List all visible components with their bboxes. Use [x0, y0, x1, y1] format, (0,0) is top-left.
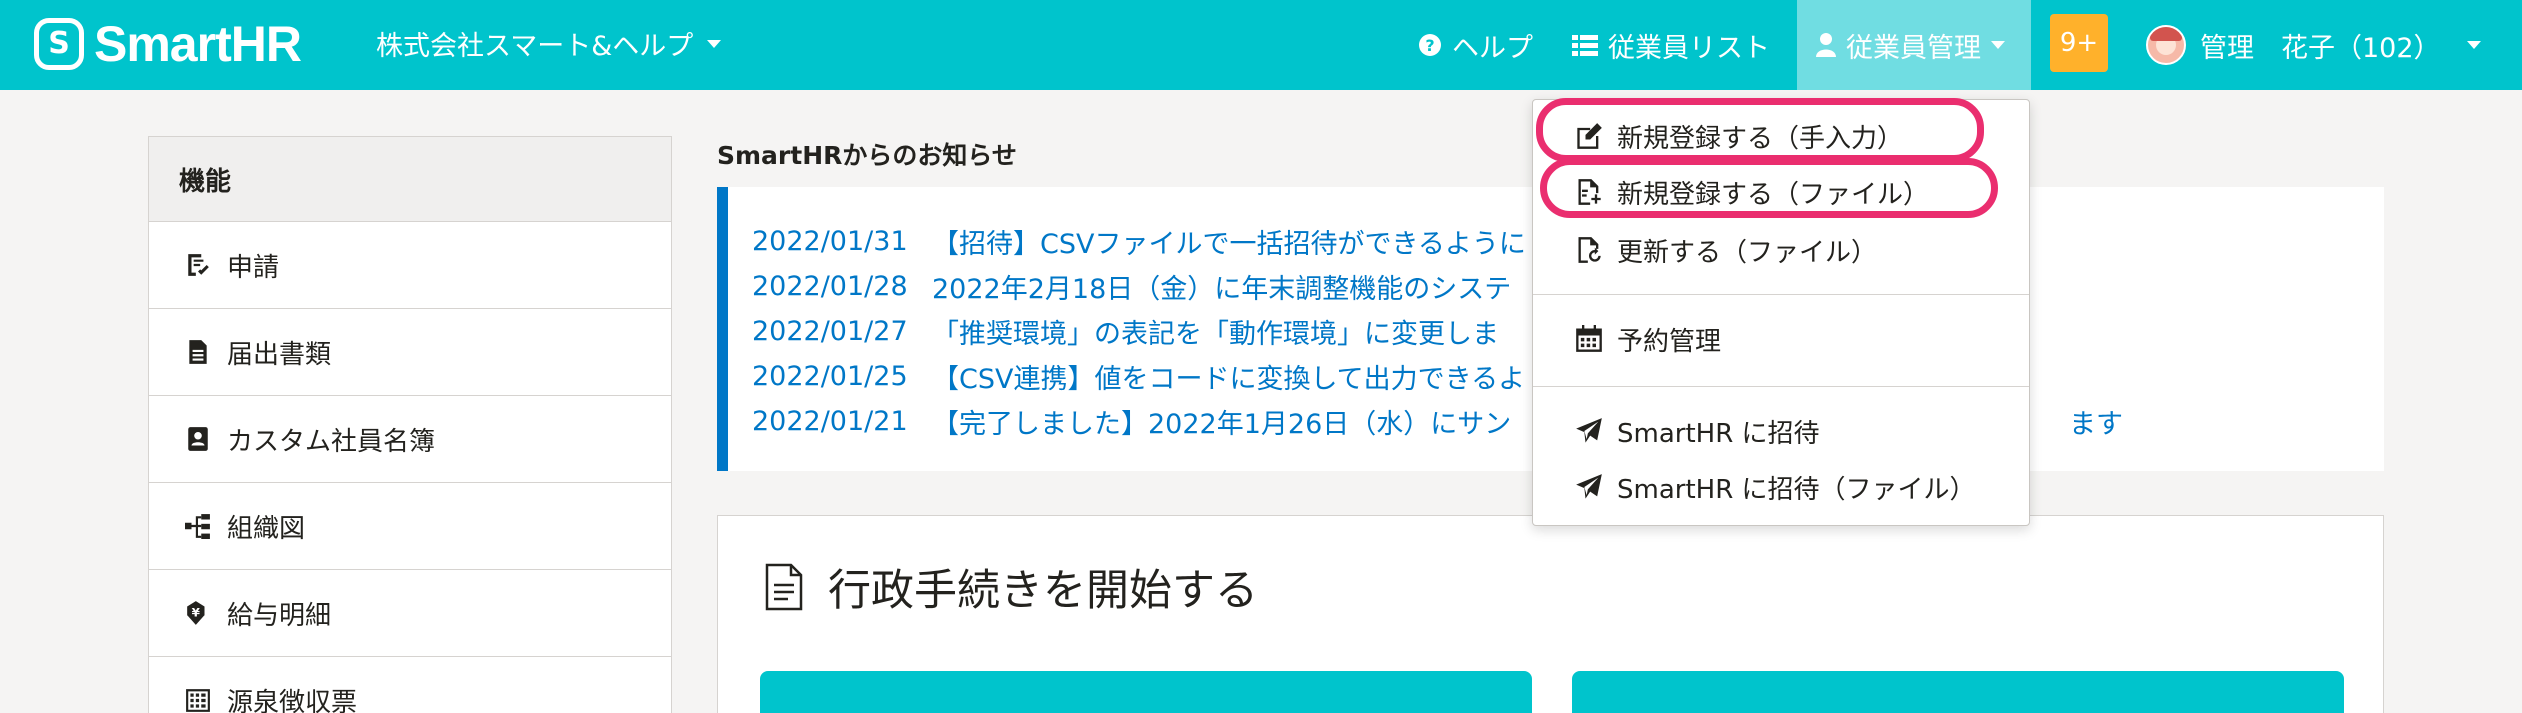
menu-item-label: 予約管理	[1617, 326, 1722, 357]
help-label: ヘルプ	[1452, 32, 1533, 64]
payslip-yen-icon: ¥	[187, 601, 205, 625]
news-text: 【完了しました】2022年1月26日（水）にサン	[932, 409, 1512, 440]
sidebar-item-withholding[interactable]: 源泉徴収票	[149, 657, 671, 713]
sidebar-item-label: 給与明細	[227, 600, 332, 631]
company-name: 株式会社スマート&ヘルプ	[376, 31, 694, 62]
request-check-icon	[188, 254, 209, 276]
sidebar-item-documents[interactable]: 届出書類	[149, 309, 671, 396]
procedures-title: 行政手続きを開始する	[828, 566, 1258, 616]
chevron-down-icon	[1991, 41, 2005, 49]
news-date: 2022/01/21	[752, 406, 908, 437]
employee-list-link[interactable]: 従業員リスト	[1572, 0, 1770, 90]
news-date: 2022/01/31	[752, 226, 908, 257]
id-book-icon	[188, 427, 208, 451]
menu-item-label: 更新する（ファイル）	[1617, 237, 1878, 268]
news-title: SmartHRからのお知らせ	[717, 141, 1017, 170]
menu-item-invite[interactable]: SmartHR に招待	[1575, 411, 1820, 451]
org-chart-icon	[185, 514, 210, 539]
calendar-icon	[1576, 325, 1602, 352]
news-text: 2022年2月18日（金）に年末調整機能のシステ	[932, 274, 1512, 305]
menu-item-update-file[interactable]: 更新する（ファイル）	[1575, 230, 1877, 270]
avatar	[2146, 25, 2186, 65]
highlight-annotation	[1540, 158, 1998, 218]
sidebar-item-label: カスタム社員名簿	[227, 426, 436, 457]
user-icon	[1816, 33, 1836, 57]
document-icon	[765, 563, 803, 611]
menu-divider	[1533, 386, 2029, 387]
sidebar-item-custom-roster[interactable]: カスタム社員名簿	[149, 396, 671, 483]
sidebar-item-label: 源泉徴収票	[227, 687, 358, 713]
news-text: 【CSV連携】値をコードに変換して出力できるよ	[932, 364, 1526, 395]
sidebar-item-org-chart[interactable]: 組織図	[149, 483, 671, 570]
paper-plane-icon	[1576, 418, 1602, 443]
sidebar-item-request[interactable]: 申請	[149, 222, 671, 309]
svg-text:?: ?	[1425, 36, 1434, 55]
question-circle-icon: ?	[1419, 34, 1441, 56]
calculator-icon	[186, 689, 210, 712]
procedures-card: 行政手続きを開始する	[717, 515, 2384, 713]
user-menu[interactable]: 管理 花子（102）	[2146, 0, 2481, 90]
sidebar-heading: 機能	[149, 137, 671, 222]
top-header: S SmartHR 株式会社スマート&ヘルプ ? ヘルプ 従業員リスト 従業員管…	[0, 0, 2522, 90]
help-link[interactable]: ? ヘルプ	[1418, 0, 1533, 90]
news-date: 2022/01/27	[752, 316, 908, 347]
news-text: 「推奨環境」の表記を「動作環境」に変更しま	[932, 319, 1499, 350]
news-date: 2022/01/28	[752, 271, 908, 302]
menu-item-label: SmartHR に招待（ファイル）	[1617, 474, 1976, 505]
procedure-tile[interactable]	[760, 671, 1532, 713]
feature-sidebar: 機能 申請 届出書類 カスタム社員名簿 組織図 ¥ 給与明細 源泉徴収票	[148, 136, 672, 713]
notification-badge[interactable]: 9+	[2050, 14, 2108, 72]
highlight-annotation	[1536, 98, 1984, 162]
employee-list-label: 従業員リスト	[1608, 32, 1770, 64]
news-text-tail: ます	[2069, 409, 2123, 440]
procedure-tile[interactable]	[1572, 671, 2344, 713]
menu-item-invite-file[interactable]: SmartHR に招待（ファイル）	[1575, 467, 1976, 507]
logo-text: SmartHR	[94, 16, 302, 72]
paper-plane-icon	[1576, 474, 1602, 499]
company-selector[interactable]: 株式会社スマート&ヘルプ	[376, 24, 722, 63]
news-text: 【招待】CSVファイルで一括招待ができるように	[932, 229, 1526, 260]
sidebar-item-label: 組織図	[227, 513, 306, 544]
document-icon	[189, 340, 207, 364]
list-icon	[1572, 35, 1598, 56]
employee-management-menu[interactable]: 従業員管理	[1797, 0, 2031, 90]
menu-divider	[1533, 294, 2029, 295]
svg-text:¥: ¥	[192, 605, 201, 619]
sidebar-item-label: 届出書類	[227, 339, 332, 370]
sidebar-item-label: 申請	[227, 252, 280, 283]
smarthr-logo[interactable]: S SmartHR	[34, 14, 302, 74]
chevron-down-icon	[2466, 41, 2481, 49]
user-name: 管理 花子（102）	[2200, 32, 2441, 64]
news-date: 2022/01/25	[752, 361, 908, 392]
employee-management-label: 従業員管理	[1846, 32, 1981, 64]
menu-item-reservations[interactable]: 予約管理	[1575, 319, 1721, 359]
logo-mark: S	[34, 18, 84, 70]
menu-item-label: SmartHR に招待	[1617, 418, 1820, 449]
file-refresh-icon	[1578, 237, 1601, 263]
chevron-down-icon	[707, 39, 722, 48]
sidebar-item-payslip[interactable]: ¥ 給与明細	[149, 570, 671, 657]
procedures-heading: 行政手続きを開始する	[764, 556, 1258, 618]
